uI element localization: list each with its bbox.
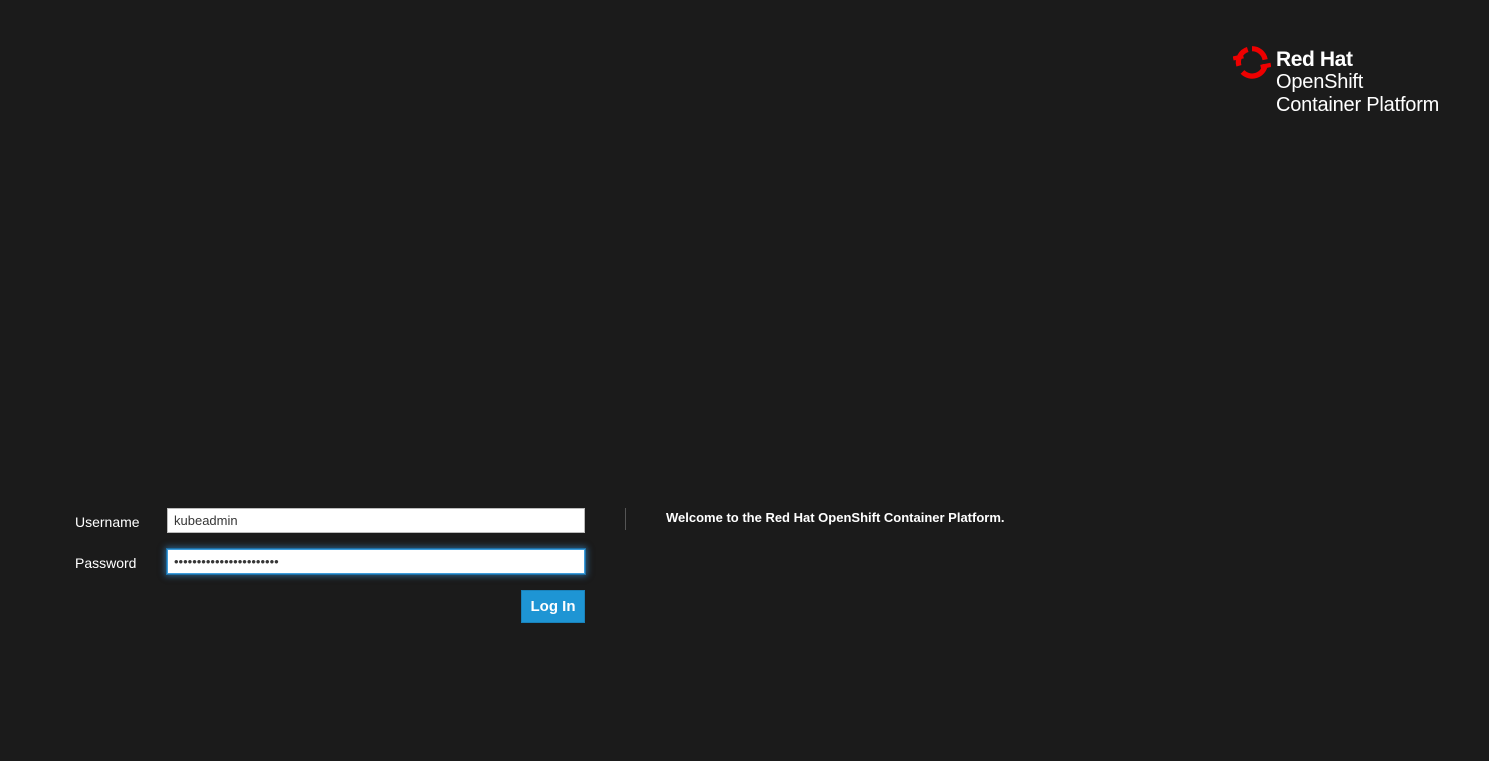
password-input[interactable] <box>167 549 585 574</box>
red-hat-openshift-logo-icon <box>1233 46 1271 79</box>
brand-logo: Red Hat OpenShift Container Platform <box>1233 42 1469 122</box>
brand-openshift-text: OpenShift <box>1276 71 1364 93</box>
username-input[interactable] <box>167 508 585 533</box>
username-label: Username <box>75 514 140 530</box>
brand-redhat-text: Red Hat <box>1276 48 1353 71</box>
brand-container-platform-text: Container Platform <box>1276 94 1440 116</box>
password-label: Password <box>75 555 137 571</box>
form-divider <box>625 508 626 530</box>
login-button[interactable]: Log In <box>521 590 585 623</box>
welcome-message: Welcome to the Red Hat OpenShift Contain… <box>666 510 1005 525</box>
brand-wordmark: Red Hat OpenShift Container Platform <box>1276 48 1439 117</box>
